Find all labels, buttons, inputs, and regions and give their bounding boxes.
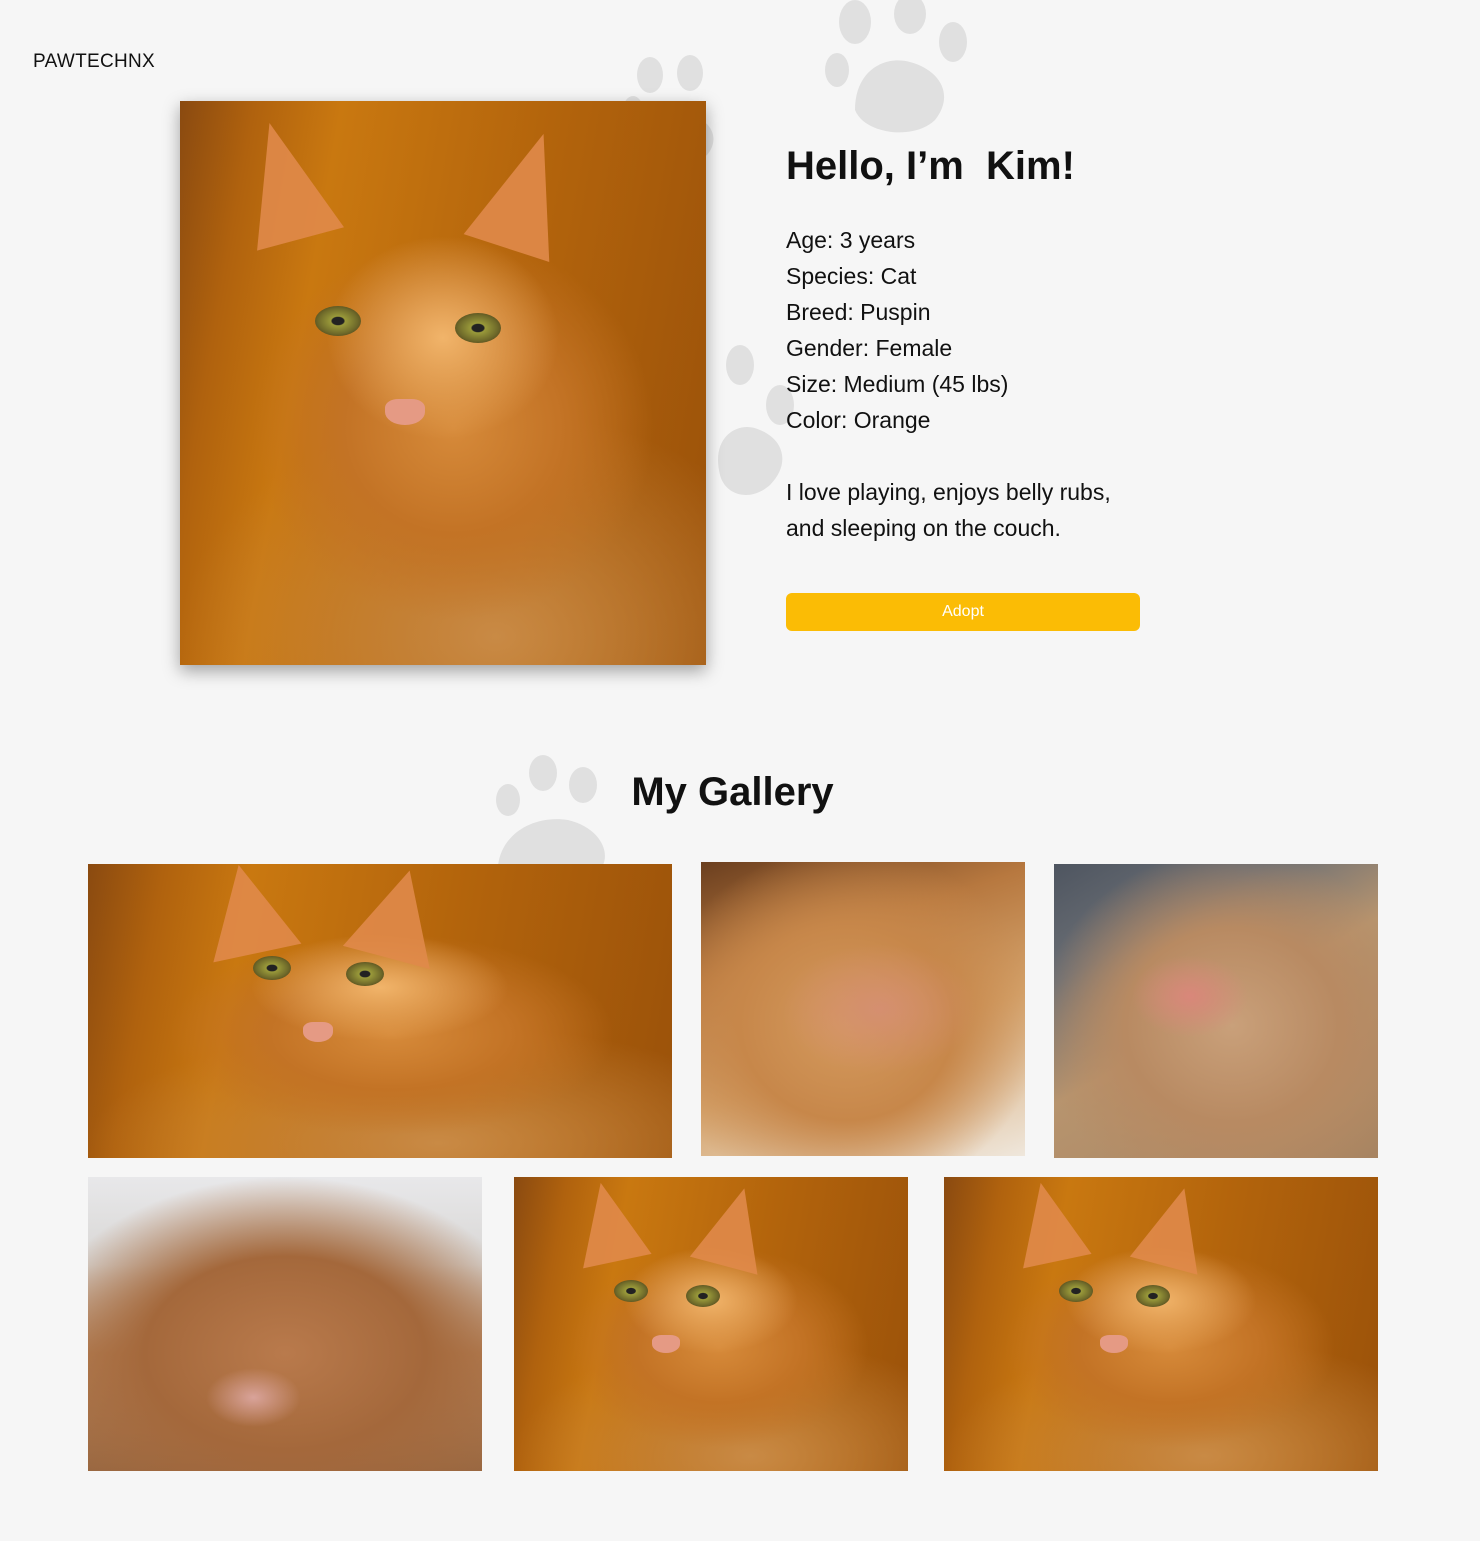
bio-line: I love playing, enjoys belly rubs, <box>786 479 1111 505</box>
fact-breed: Breed: Puspin <box>786 299 931 325</box>
gallery-photo[interactable] <box>514 1177 908 1471</box>
gallery-title: My Gallery <box>631 770 834 814</box>
fact-species: Species: Cat <box>786 263 917 289</box>
gallery-photo[interactable] <box>1054 864 1378 1158</box>
pet-bio: I love playing, enjoys belly rubs, and s… <box>786 474 1166 546</box>
pet-profile: Hello, I’m Kim! Age: 3 years Species: Ca… <box>786 140 1206 546</box>
adopt-button[interactable]: Adopt <box>786 593 1140 631</box>
bio-line: and sleeping on the couch. <box>786 515 1061 541</box>
paw-print-icon <box>700 345 800 505</box>
gallery-photo[interactable] <box>88 864 672 1158</box>
gallery-photo[interactable] <box>944 1177 1378 1471</box>
gallery-photo[interactable] <box>88 1177 482 1471</box>
pet-greeting: Hello, I’m Kim! <box>786 144 1075 188</box>
paw-print-icon <box>815 0 975 135</box>
pet-main-photo <box>180 101 706 665</box>
pet-facts-list: Age: 3 years Species: Cat Breed: Puspin … <box>786 222 1206 438</box>
brand-logo[interactable]: PAWTECHNX <box>33 51 155 73</box>
fact-size: Size: Medium (45 lbs) <box>786 371 1009 397</box>
gallery-photo[interactable] <box>701 862 1025 1156</box>
fact-age: Age: 3 years <box>786 227 916 253</box>
fact-color: Color: Orange <box>786 407 931 433</box>
fact-gender: Gender: Female <box>786 335 953 361</box>
